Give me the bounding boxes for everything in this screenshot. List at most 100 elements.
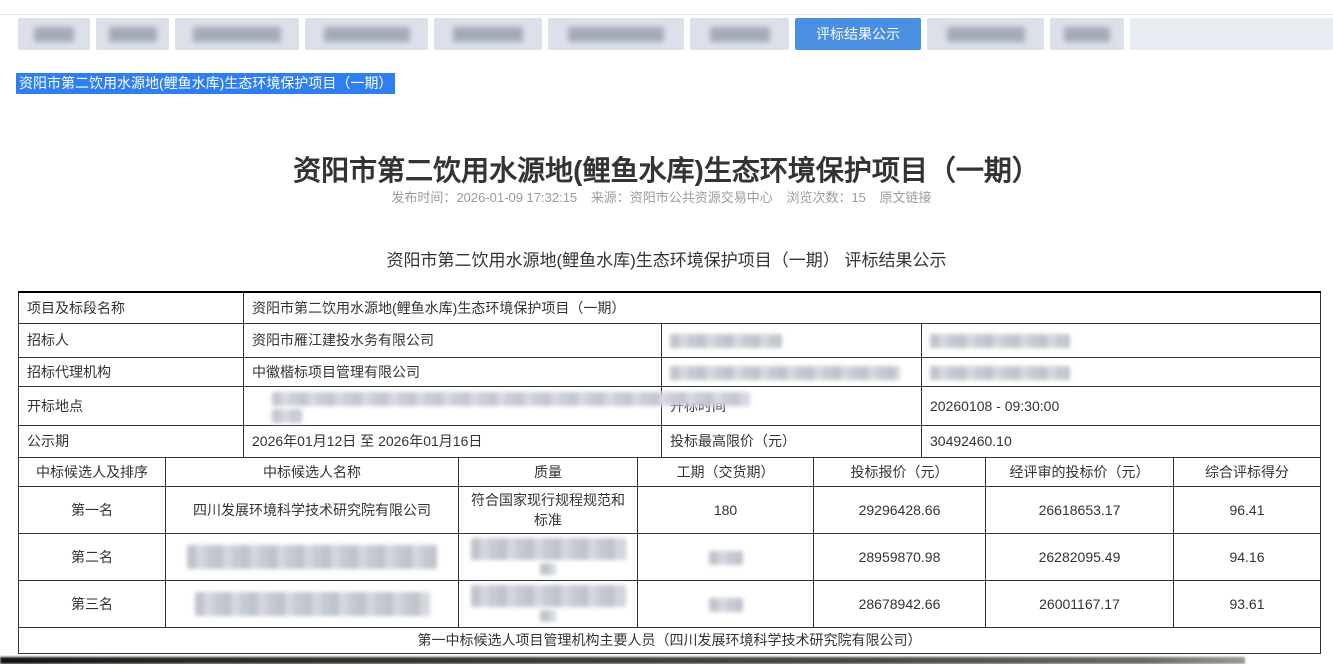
redacted-block bbox=[709, 598, 743, 612]
nav-tab-redacted-8[interactable] bbox=[927, 18, 1044, 50]
tenderee-value: 资阳市雁江建投水务有限公司 bbox=[244, 323, 662, 357]
project-name-label: 项目及标段名称 bbox=[19, 292, 244, 323]
redacted-tab-text bbox=[324, 27, 410, 42]
score-cell: 93.61 bbox=[1174, 580, 1321, 627]
max-bid-price-label: 投标最高限价（元） bbox=[662, 425, 922, 457]
nav-tab-redacted-4[interactable] bbox=[305, 18, 428, 50]
source-label: 来源： bbox=[591, 190, 630, 205]
redacted-block bbox=[272, 409, 302, 423]
table-row: 招标人 资阳市雁江建投水务有限公司 bbox=[19, 323, 1321, 357]
nav-tab-redacted-5[interactable] bbox=[434, 18, 542, 50]
tenderee-label: 招标人 bbox=[19, 323, 244, 357]
active-tab-label: 评标结果公示 bbox=[816, 24, 900, 44]
views-value: 15 bbox=[851, 190, 865, 205]
rank-cell: 第一名 bbox=[19, 486, 166, 533]
redacted-block bbox=[540, 563, 556, 575]
redacted-block bbox=[670, 366, 900, 380]
project-name-value: 资阳市第二饮用水源地(鲤鱼水库)生态环境保护项目（一期） bbox=[244, 292, 1321, 323]
redacted-tab-text bbox=[453, 27, 523, 42]
evaluated-price-cell: 26282095.49 bbox=[986, 533, 1174, 580]
redacted-cell bbox=[244, 386, 662, 425]
candidate-row-3: 第三名 28678942.66 26001167.17 93.61 bbox=[19, 580, 1321, 627]
redacted-tab-text bbox=[568, 27, 664, 42]
redacted-block bbox=[187, 545, 437, 569]
redacted-block bbox=[540, 610, 556, 622]
rank-cell: 第二名 bbox=[19, 533, 166, 580]
redacted-cell bbox=[166, 580, 459, 627]
tab-bar: 评标结果公示 bbox=[18, 18, 1333, 50]
project-info-table: 项目及标段名称 资阳市第二饮用水源地(鲤鱼水库)生态环境保护项目（一期） 招标人… bbox=[18, 291, 1321, 458]
publish-time-label: 发布时间： bbox=[391, 190, 456, 205]
score-cell: 96.41 bbox=[1174, 486, 1321, 533]
redacted-tab-text bbox=[109, 27, 157, 42]
redacted-block bbox=[272, 392, 750, 406]
redacted-cell bbox=[638, 580, 814, 627]
selected-project-link[interactable]: 资阳市第二饮用水源地(鲤鱼水库)生态环境保护项目（一期） bbox=[16, 73, 395, 94]
name-cell: 四川发展环境科学技术研究院有限公司 bbox=[166, 486, 459, 533]
rank-cell: 第三名 bbox=[19, 580, 166, 627]
article-meta: 发布时间：2026-01-09 17:32:15 来源：资阳市公共资源交易中心 … bbox=[0, 187, 1333, 206]
candidates-footer-row: 第一中标候选人项目管理机构主要人员（四川发展环境科学技术研究院有限公司） bbox=[19, 627, 1321, 653]
quality-cell: 符合国家现行规程规范和标准 bbox=[459, 486, 638, 533]
announcement-subtitle: 资阳市第二饮用水源地(鲤鱼水库)生态环境保护项目（一期） 评标结果公示 bbox=[0, 246, 1333, 271]
bid-price-cell: 29296428.66 bbox=[814, 486, 986, 533]
max-bid-price-value: 30492460.10 bbox=[922, 425, 1321, 457]
table-row: 招标代理机构 中徽楷标项目管理有限公司 bbox=[19, 357, 1321, 386]
header-score: 综合评标得分 bbox=[1174, 457, 1321, 486]
candidate-row-1: 第一名 四川发展环境科学技术研究院有限公司 符合国家现行规程规范和标准 180 … bbox=[19, 486, 1321, 533]
candidates-table: 中标候选人及排序 中标候选人名称 质量 工期（交货期） 投标报价（元） 经评审的… bbox=[18, 457, 1321, 654]
redacted-cell bbox=[638, 533, 814, 580]
redacted-block bbox=[471, 585, 626, 607]
redacted-block bbox=[930, 366, 1070, 380]
tab-bar-spacer bbox=[1130, 18, 1333, 50]
nav-tab-evaluation-result[interactable]: 评标结果公示 bbox=[795, 18, 921, 50]
redacted-cell bbox=[459, 533, 638, 580]
nav-tab-redacted-9[interactable] bbox=[1050, 18, 1124, 50]
footer-note: 第一中标候选人项目管理机构主要人员（四川发展环境科学技术研究院有限公司） bbox=[19, 627, 1321, 653]
header-bid-price: 投标报价（元） bbox=[814, 457, 986, 486]
redacted-block bbox=[709, 551, 743, 565]
redacted-block bbox=[670, 334, 782, 348]
redacted-block bbox=[930, 334, 1070, 348]
score-cell: 94.16 bbox=[1174, 533, 1321, 580]
redacted-cell bbox=[922, 323, 1321, 357]
bid-price-cell: 28678942.66 bbox=[814, 580, 986, 627]
header-evaluated-price: 经评审的投标价（元） bbox=[986, 457, 1174, 486]
header-name: 中标候选人名称 bbox=[166, 457, 459, 486]
redacted-cell bbox=[662, 357, 922, 386]
header-quality: 质量 bbox=[459, 457, 638, 486]
nav-tab-redacted-1[interactable] bbox=[18, 18, 90, 50]
header-duration: 工期（交货期） bbox=[638, 457, 814, 486]
table-row: 公示期 2026年01月12日 至 2026年01月16日 投标最高限价（元） … bbox=[19, 425, 1321, 457]
redacted-tab-text bbox=[710, 27, 770, 42]
page-title: 资阳市第二饮用水源地(鲤鱼水库)生态环境保护项目（一期） bbox=[0, 149, 1333, 189]
redacted-cell bbox=[662, 323, 922, 357]
bid-opening-time-value: 20260108 - 09:30:00 bbox=[922, 386, 1321, 425]
redacted-bottom-band bbox=[0, 657, 1245, 664]
source-value: 资阳市公共资源交易中心 bbox=[630, 190, 773, 205]
views-label: 浏览次数： bbox=[786, 190, 851, 205]
publicity-period-value: 2026年01月12日 至 2026年01月16日 bbox=[244, 425, 662, 457]
bid-opening-place-label: 开标地点 bbox=[19, 386, 244, 425]
bid-price-cell: 28959870.98 bbox=[814, 533, 986, 580]
redacted-tab-text bbox=[193, 27, 281, 42]
nav-tab-redacted-6[interactable] bbox=[548, 18, 684, 50]
redacted-block bbox=[471, 538, 626, 560]
duration-cell: 180 bbox=[638, 486, 814, 533]
top-divider bbox=[0, 14, 1333, 15]
redacted-tab-text bbox=[34, 27, 74, 42]
nav-tab-redacted-7[interactable] bbox=[690, 18, 789, 50]
nav-tab-redacted-2[interactable] bbox=[96, 18, 169, 50]
header-rank: 中标候选人及排序 bbox=[19, 457, 166, 486]
agency-value: 中徽楷标项目管理有限公司 bbox=[244, 357, 662, 386]
agency-label: 招标代理机构 bbox=[19, 357, 244, 386]
redacted-cell bbox=[166, 533, 459, 580]
nav-tab-redacted-3[interactable] bbox=[175, 18, 299, 50]
redacted-cell bbox=[922, 357, 1321, 386]
original-link[interactable]: 原文链接 bbox=[880, 190, 932, 205]
evaluated-price-cell: 26618653.17 bbox=[986, 486, 1174, 533]
candidates-header-row: 中标候选人及排序 中标候选人名称 质量 工期（交货期） 投标报价（元） 经评审的… bbox=[19, 457, 1321, 486]
table-row: 项目及标段名称 资阳市第二饮用水源地(鲤鱼水库)生态环境保护项目（一期） bbox=[19, 292, 1321, 323]
announcement-tables: 项目及标段名称 资阳市第二饮用水源地(鲤鱼水库)生态环境保护项目（一期） 招标人… bbox=[18, 291, 1320, 654]
publicity-period-label: 公示期 bbox=[19, 425, 244, 457]
